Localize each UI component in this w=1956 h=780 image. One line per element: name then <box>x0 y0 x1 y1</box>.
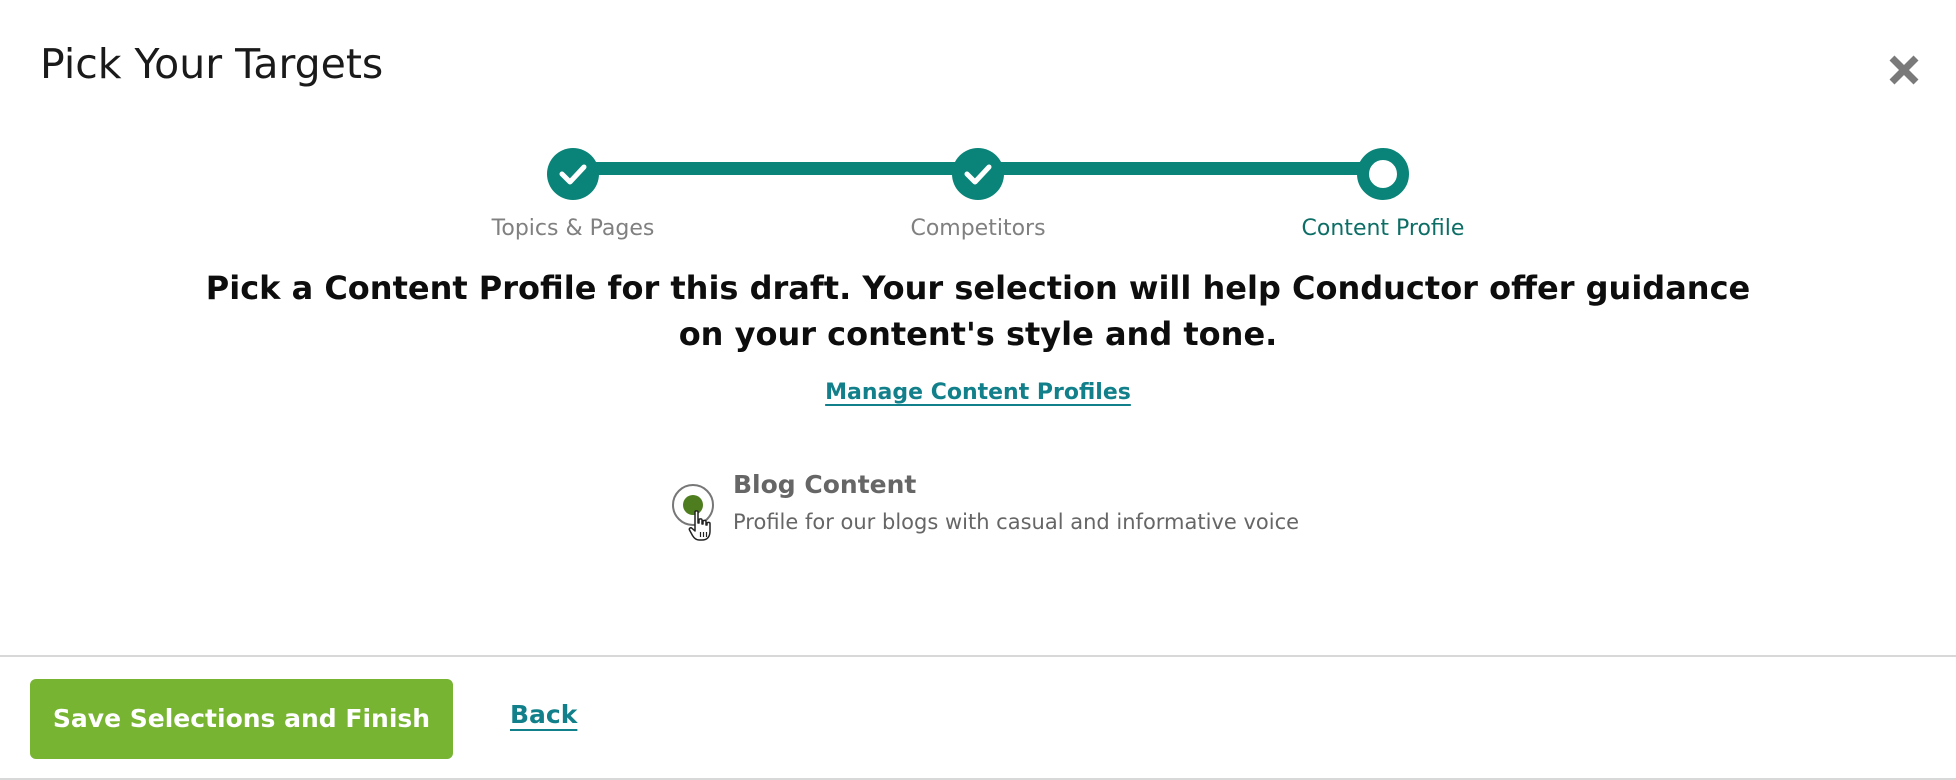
check-icon <box>964 164 992 185</box>
check-icon <box>559 164 587 185</box>
step-current-indicator <box>1357 148 1409 200</box>
step-complete-indicator <box>547 148 599 200</box>
step-label-content-profile: Content Profile <box>1301 216 1465 241</box>
hand-pointer-icon <box>688 510 711 541</box>
content-profile-option[interactable]: Blog Content Profile for our blogs with … <box>672 470 1372 550</box>
pick-targets-dialog: Pick Your Targets Topics & Pages Competi… <box>0 0 1956 780</box>
step-connector <box>573 162 978 175</box>
instruction-text: Pick a Content Profile for this draft. Y… <box>205 269 1751 353</box>
footer-divider <box>0 655 1956 657</box>
step-complete-indicator <box>952 148 1004 200</box>
profile-title: Blog Content <box>733 470 917 499</box>
step-label-competitors: Competitors <box>910 216 1046 241</box>
back-link[interactable]: Back <box>510 700 577 729</box>
manage-content-profiles-link[interactable]: Manage Content Profiles <box>825 380 1131 405</box>
dialog-title: Pick Your Targets <box>40 40 384 88</box>
manage-link-row: Manage Content Profiles <box>0 380 1956 405</box>
close-icon[interactable] <box>1882 48 1926 92</box>
step-connector <box>978 162 1383 175</box>
profile-description: Profile for our blogs with casual and in… <box>733 510 1300 534</box>
save-and-finish-button[interactable]: Save Selections and Finish <box>30 679 453 759</box>
step-label-topics-pages: Topics & Pages <box>491 216 655 241</box>
